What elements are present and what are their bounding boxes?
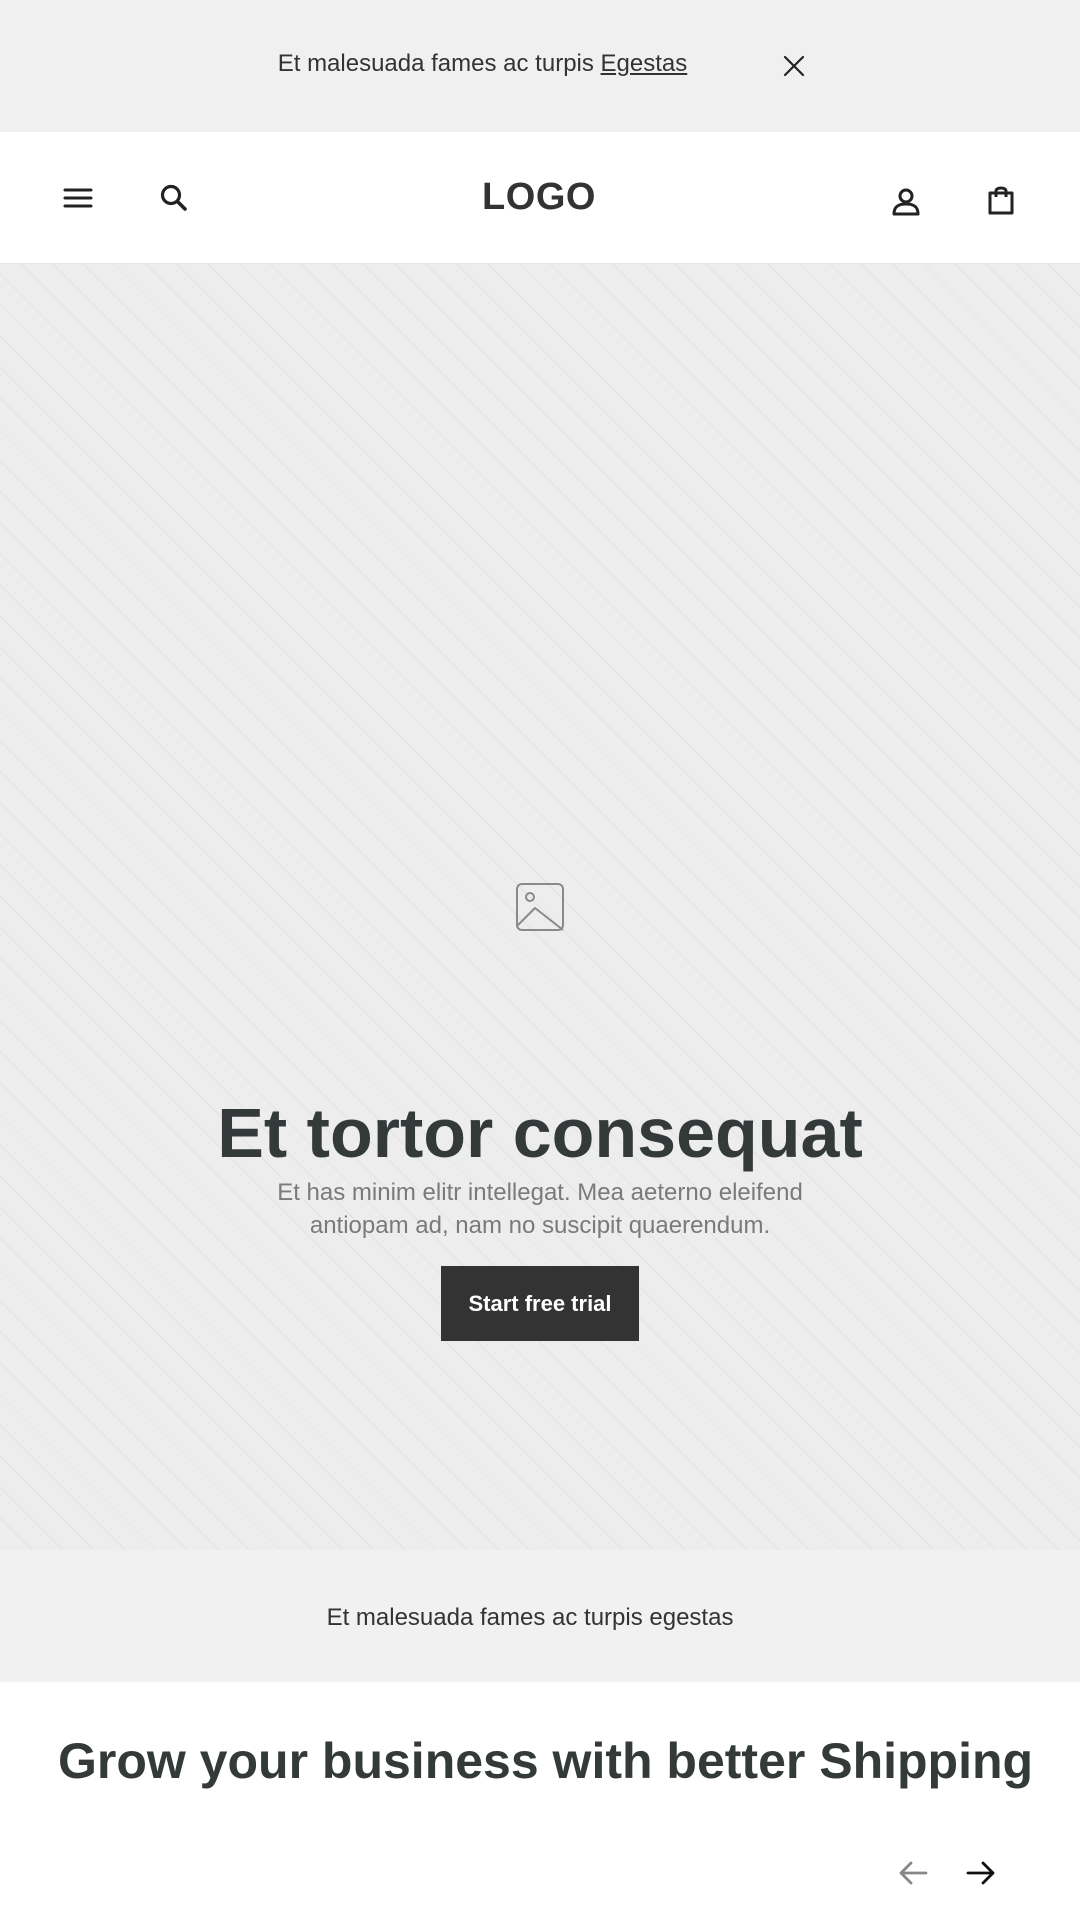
- account-icon[interactable]: [890, 186, 922, 218]
- info-strip-text: Et malesuada fames ac turpis egestas: [326, 1604, 734, 1631]
- hero-subtitle: Et has minim elitr intellegat. Mea aeter…: [277, 1179, 803, 1239]
- section-title: Grow your business with better Shipping: [58, 1733, 1034, 1789]
- start-free-trial-button[interactable]: Start free trial: [441, 1266, 639, 1341]
- arrow-left-icon[interactable]: [896, 1856, 930, 1890]
- hero-title: Et tortor consequat: [217, 1094, 863, 1172]
- announcement-link[interactable]: Egestas: [601, 50, 688, 77]
- info-strip: Et malesuada fames ac turpis egestas: [0, 1550, 1080, 1682]
- announcement-text: Et malesuada fames ac turpis Egestas: [0, 50, 965, 78]
- close-icon[interactable]: [780, 52, 808, 80]
- announcement-bar: Et malesuada fames ac turpis Egestas: [0, 0, 1080, 132]
- arrow-right-icon[interactable]: [964, 1856, 998, 1890]
- site-header: LOGO: [0, 132, 1080, 264]
- cart-icon[interactable]: [985, 184, 1017, 216]
- announcement-message: Et malesuada fames ac turpis: [277, 50, 601, 77]
- hero-section: Et tortor consequat Et has minim elitr i…: [0, 264, 1080, 1550]
- image-placeholder-icon: [516, 883, 564, 931]
